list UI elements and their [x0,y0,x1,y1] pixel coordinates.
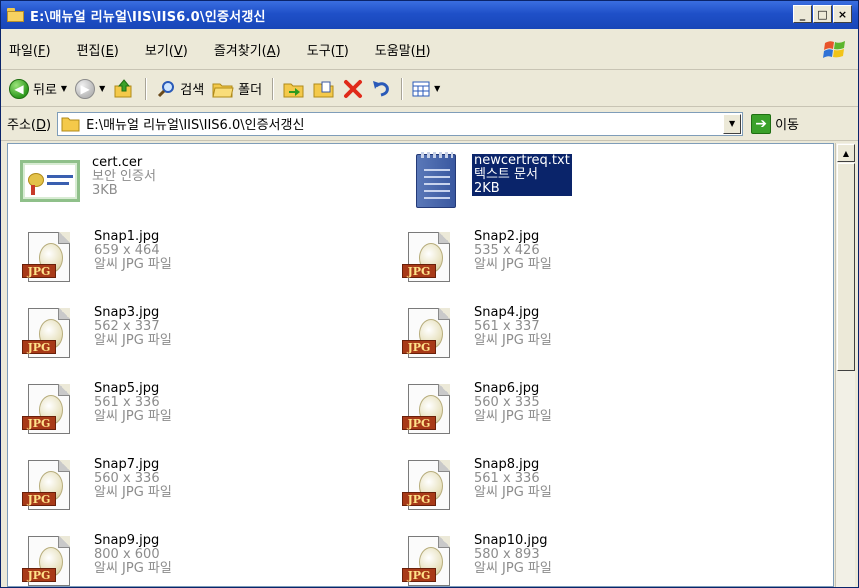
file-item-snap4[interactable]: JPG Snap4.jpg 561 x 337 알씨 JPG 파일 [402,306,552,360]
jpg-file-icon: JPG [402,306,462,360]
close-button[interactable]: × [833,5,852,23]
forward-dropdown-icon[interactable]: ▼ [99,84,105,93]
title-bar[interactable]: E:\매뉴얼 리뉴얼\IIS\IIS6.0\인증서갱신 _ □ × [1,1,858,29]
move-to-button[interactable] [279,75,309,103]
menu-help[interactable]: 도움말(H) [375,40,431,59]
minimize-button[interactable]: _ [793,5,812,23]
folders-button[interactable]: 폴더 [208,75,266,103]
undo-icon [373,80,389,96]
views-dropdown-icon[interactable]: ▼ [434,84,440,93]
views-grid-icon [412,81,430,96]
delete-icon [344,79,363,98]
file-item-snap9[interactable]: JPG Snap9.jpg 800 x 600 알씨 JPG 파일 [22,534,172,586]
maximize-button[interactable]: □ [813,5,832,23]
windows-logo-icon [823,41,845,58]
address-input[interactable]: E:\매뉴얼 리뉴얼\IIS\IIS6.0\인증서갱신 ▼ [57,111,744,136]
menu-favorites[interactable]: 즐겨찾기(A) [214,40,281,59]
scroll-up-icon[interactable]: ▲ [837,144,855,162]
forward-button[interactable]: ▶ ▼ [71,75,109,103]
jpg-file-icon: JPG [402,534,462,586]
up-folder-button[interactable] [109,75,139,103]
toolbar: ◀ 뒤로 ▼ ▶ ▼ 검색 폴더 ▼ [1,71,858,107]
move-to-icon [283,83,304,97]
back-button[interactable]: ◀ 뒤로 ▼ [5,75,71,103]
copy-to-button[interactable] [309,75,339,103]
jpg-file-icon: JPG [22,382,82,436]
menu-bar: 파일(F) 편집(E) 보기(V) 즐겨찾기(A) 도구(T) 도움말(H) [1,29,858,70]
file-item-cert[interactable]: cert.cer 보안 인증서 3KB [16,156,156,210]
file-item-snap1[interactable]: JPG Snap1.jpg 659 x 464 알씨 JPG 파일 [22,230,172,284]
jpg-file-icon: JPG [22,534,82,586]
jpg-file-icon: JPG [402,230,462,284]
text-document-icon [406,152,466,208]
toolbar-separator [272,77,274,100]
file-item-snap7[interactable]: JPG Snap7.jpg 560 x 336 알씨 JPG 파일 [22,458,172,512]
toolbar-separator [145,77,147,100]
folder-icon [61,117,80,131]
search-button[interactable]: 검색 [152,75,208,103]
file-item-snap8[interactable]: JPG Snap8.jpg 561 x 336 알씨 JPG 파일 [402,458,552,512]
folder-icon [7,8,25,22]
delete-button[interactable] [339,75,367,103]
jpg-file-icon: JPG [22,458,82,512]
vertical-scrollbar[interactable]: ▲ [835,143,855,587]
go-arrow-icon: ➔ [751,113,772,134]
address-dropdown-icon[interactable]: ▼ [723,113,742,134]
jpg-file-icon: JPG [22,306,82,360]
search-icon [158,80,175,97]
back-arrow-icon: ◀ [9,78,29,99]
explorer-window: E:\매뉴얼 리뉴얼\IIS\IIS6.0\인증서갱신 _ □ × 파일(F) … [0,0,859,588]
menu-tools[interactable]: 도구(T) [307,40,349,59]
jpg-file-icon: JPG [402,458,462,512]
file-item-snap6[interactable]: JPG Snap6.jpg 560 x 335 알씨 JPG 파일 [402,382,552,436]
address-label: 주소(D) [7,118,52,133]
file-list[interactable]: cert.cer 보안 인증서 3KB newcertreq.txt 텍스트 문 [7,143,834,587]
file-item-snap2[interactable]: JPG Snap2.jpg 535 x 426 알씨 JPG 파일 [402,230,552,284]
menu-view[interactable]: 보기(V) [145,40,188,59]
window-title: E:\매뉴얼 리뉴얼\IIS\IIS6.0\인증서갱신 [30,9,266,25]
go-button[interactable]: ➔ 이동 [751,113,799,134]
toolbar-separator [401,77,403,100]
file-item-newcertreq[interactable]: newcertreq.txt 텍스트 문서 2KB [406,152,572,208]
forward-arrow-icon: ▶ [75,78,96,99]
scroll-thumb[interactable] [837,163,855,371]
folders-icon [212,83,234,97]
menu-file[interactable]: 파일(F) [9,40,51,59]
up-folder-icon [114,78,132,97]
file-item-snap3[interactable]: JPG Snap3.jpg 562 x 337 알씨 JPG 파일 [22,306,172,360]
views-button[interactable]: ▼ [408,75,444,103]
menu-edit[interactable]: 편집(E) [77,40,119,59]
jpg-file-icon: JPG [402,382,462,436]
jpg-file-icon: JPG [22,230,82,284]
file-item-snap10[interactable]: JPG Snap10.jpg 580 x 893 알씨 JPG 파일 [402,534,552,586]
file-item-snap5[interactable]: JPG Snap5.jpg 561 x 336 알씨 JPG 파일 [22,382,172,436]
certificate-icon [16,156,86,210]
undo-button[interactable] [367,75,395,103]
address-bar: 주소(D) E:\매뉴얼 리뉴얼\IIS\IIS6.0\인증서갱신 ▼ ➔ 이동 [1,107,858,141]
back-dropdown-icon[interactable]: ▼ [61,84,67,93]
copy-to-icon [313,81,334,97]
